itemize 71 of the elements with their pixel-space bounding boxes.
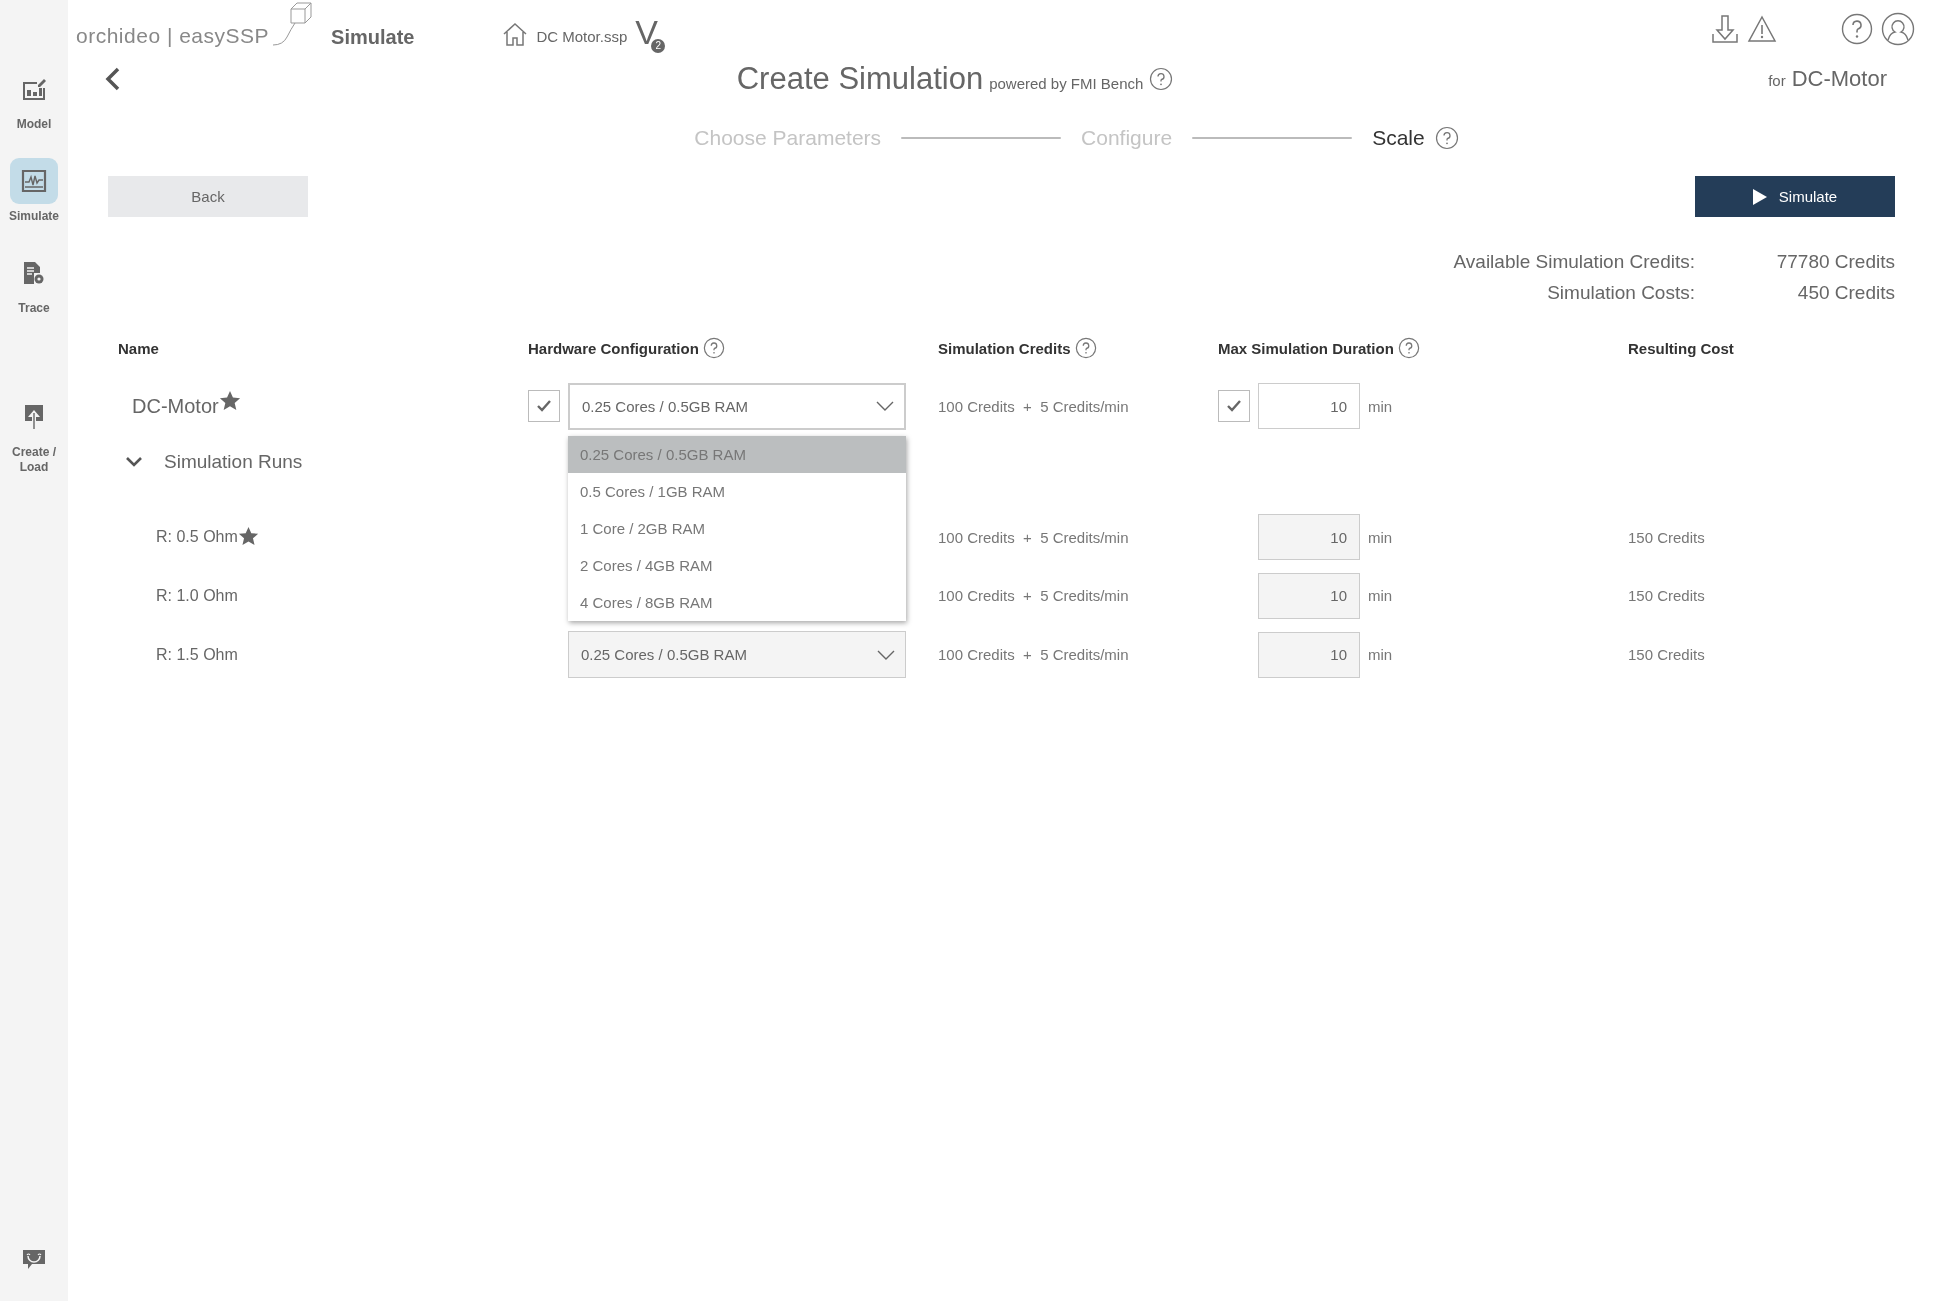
cost-text: 150 Credits bbox=[1628, 527, 1706, 548]
dropdown-option[interactable]: 4 Cores / 8GB RAM bbox=[568, 584, 906, 621]
summary-value: 77780 Credits bbox=[1776, 251, 1895, 273]
cost-text: 150 Credits bbox=[1628, 645, 1706, 665]
credits-text: 100 Credits + 5 Credits/min bbox=[938, 645, 1130, 665]
sidebar-item[interactable]: Model bbox=[2, 66, 66, 132]
monitor-wave-icon bbox=[20, 167, 48, 195]
duration-input[interactable]: 10 bbox=[1258, 631, 1360, 678]
chevron-down-icon bbox=[877, 649, 895, 660]
run-name: R: 1.0 Ohm bbox=[156, 586, 238, 605]
column-header: Simulation Credits bbox=[938, 339, 1071, 357]
chart-edit-icon bbox=[21, 76, 47, 102]
dropdown-option[interactable]: 2 Cores / 4GB RAM bbox=[568, 547, 906, 584]
version-badge: 2 bbox=[651, 38, 666, 53]
model-name: DC-Motor bbox=[1791, 66, 1887, 92]
run-name: R: 0.5 Ohm bbox=[156, 528, 238, 546]
file-name[interactable]: DC Motor.ssp bbox=[536, 27, 628, 45]
help-icon[interactable] bbox=[1841, 13, 1873, 45]
unit-label: min bbox=[1368, 528, 1393, 546]
unit-label: min bbox=[1368, 587, 1393, 604]
column-header: Hardware Configuration bbox=[528, 339, 699, 357]
summary-label: Simulation Costs: bbox=[1547, 282, 1695, 304]
page-subtitle: powered by FMI Bench bbox=[989, 75, 1144, 92]
duration-input[interactable]: 10 bbox=[1258, 514, 1360, 560]
help-icon[interactable] bbox=[1149, 67, 1174, 91]
step-label[interactable]: Scale bbox=[1372, 126, 1425, 150]
help-icon[interactable] bbox=[1434, 126, 1459, 150]
chevron-down-icon[interactable] bbox=[126, 457, 142, 467]
credits-text: 100 Credits + 5 Credits/min bbox=[938, 396, 1130, 417]
unit-label: min bbox=[1368, 646, 1393, 663]
summary-value: 450 Credits bbox=[1797, 282, 1895, 304]
group-label: Simulation Runs bbox=[164, 451, 303, 473]
checkbox[interactable] bbox=[528, 390, 560, 422]
smiley-chat-icon[interactable] bbox=[22, 1249, 46, 1271]
help-icon[interactable] bbox=[1074, 337, 1097, 359]
summary-label: Available Simulation Credits: bbox=[1453, 251, 1695, 273]
hardware-select[interactable]: 0.25 Cores / 0.5GB RAM bbox=[568, 631, 906, 678]
credits-text: 100 Credits + 5 Credits/min bbox=[938, 586, 1130, 606]
home-icon[interactable] bbox=[502, 22, 529, 46]
document-gear-icon bbox=[22, 260, 46, 286]
user-icon[interactable] bbox=[1881, 12, 1915, 46]
duration-input[interactable]: 10 bbox=[1258, 572, 1360, 619]
sidebar-item[interactable]: Trace bbox=[2, 250, 66, 316]
help-icon[interactable] bbox=[702, 337, 725, 359]
unit-label: min bbox=[1368, 397, 1393, 415]
column-header: Name bbox=[118, 339, 159, 357]
logo-text: orchideo | easySSP bbox=[76, 24, 270, 48]
play-icon bbox=[1752, 188, 1767, 205]
chevron-down-icon bbox=[876, 401, 894, 411]
upload-icon bbox=[24, 404, 44, 430]
app-title: Simulate bbox=[331, 25, 415, 49]
duration-input[interactable]: 10 bbox=[1258, 383, 1360, 429]
run-name: R: 1.5 Ohm bbox=[156, 645, 238, 664]
download-icon[interactable] bbox=[1711, 14, 1739, 44]
hardware-select[interactable]: 0.25 Cores / 0.5GB RAM bbox=[568, 382, 906, 430]
back-button[interactable]: Back bbox=[108, 176, 308, 217]
for-label: for bbox=[1768, 72, 1786, 89]
help-icon[interactable] bbox=[1397, 337, 1420, 359]
dropdown-option[interactable]: 0.5 Cores / 1GB RAM bbox=[568, 473, 906, 510]
back-chevron-icon[interactable] bbox=[104, 66, 122, 92]
warning-icon[interactable] bbox=[1747, 15, 1777, 43]
sidebar-item[interactable]: Create / Load bbox=[2, 394, 66, 475]
column-header: Resulting Cost bbox=[1628, 339, 1734, 357]
dropdown-option[interactable]: 1 Core / 2GB RAM bbox=[568, 510, 906, 547]
model-name: DC-Motor bbox=[132, 394, 219, 418]
simulate-button[interactable]: Simulate bbox=[1695, 176, 1895, 217]
checkbox[interactable] bbox=[1218, 390, 1250, 422]
credits-text: 100 Credits + 5 Credits/min bbox=[938, 527, 1130, 548]
column-header: Max Simulation Duration bbox=[1218, 339, 1394, 357]
page-title: Create Simulation bbox=[736, 61, 984, 97]
cost-text: 150 Credits bbox=[1628, 586, 1706, 606]
